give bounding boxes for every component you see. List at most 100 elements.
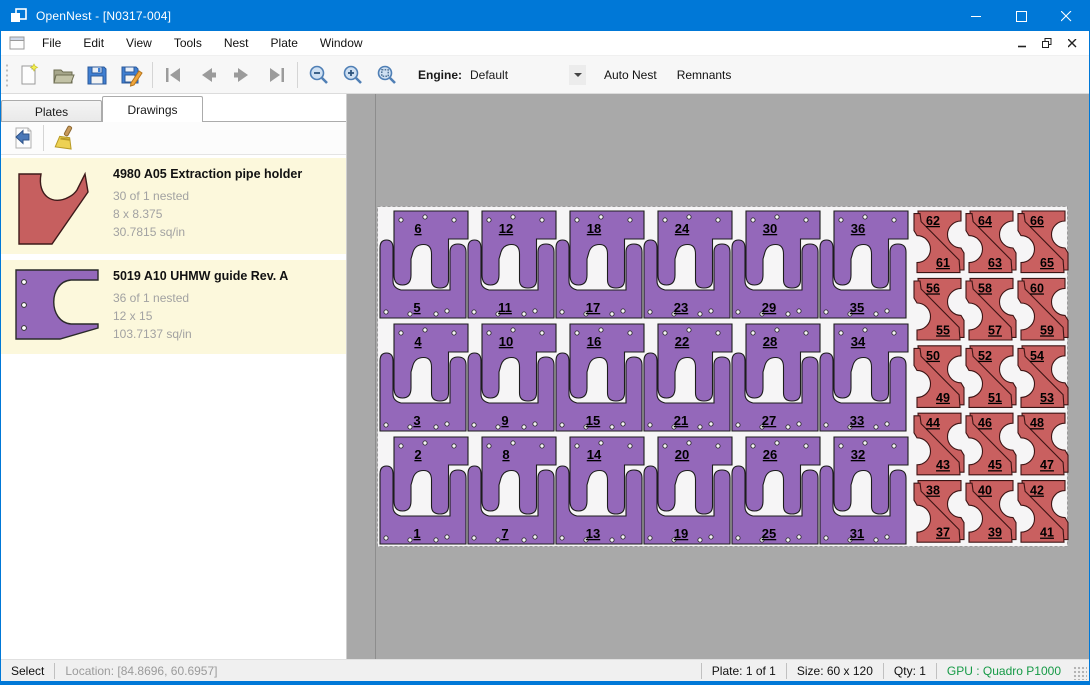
engine-dropdown-arrow-icon[interactable] [569, 65, 586, 85]
drill-hole [698, 312, 702, 316]
drill-hole [804, 331, 808, 335]
mdi-document-icon[interactable] [9, 36, 25, 50]
part-number-label: 64 [978, 214, 992, 228]
part-number-label: 37 [936, 526, 950, 540]
return-part-icon[interactable] [7, 124, 39, 152]
sidebar-panel: Plates Drawings [1, 94, 347, 659]
engine-combobox[interactable]: Default [468, 64, 586, 86]
drawing-info: 5019 A10 UHMW guide Rev. A36 of 1 nested… [103, 266, 288, 346]
drill-hole [628, 218, 632, 222]
minimize-button[interactable] [954, 1, 999, 31]
remnants-button[interactable]: Remnants [667, 62, 742, 88]
zoom-fit-icon[interactable] [370, 60, 404, 90]
drill-hole [885, 535, 889, 539]
drill-hole [698, 538, 702, 542]
first-plate-icon[interactable] [157, 60, 191, 90]
menu-tools[interactable]: Tools [163, 31, 213, 56]
menu-edit[interactable]: Edit [72, 31, 115, 56]
part-number-label: 42 [1030, 484, 1044, 498]
part-number-label: 7 [501, 526, 508, 541]
tab-drawings[interactable]: Drawings [102, 96, 203, 122]
toolbar-grip[interactable] [3, 62, 12, 88]
drawing-list-item[interactable]: 4980 A05 Extraction pipe holder30 of 1 n… [1, 158, 346, 254]
auto-nest-button[interactable]: Auto Nest [594, 62, 667, 88]
part-number-label: 6 [414, 221, 421, 236]
part-number-label: 28 [763, 334, 777, 349]
drill-hole [445, 309, 449, 313]
part-number-label: 18 [587, 221, 601, 236]
part-number-label: 32 [851, 447, 865, 462]
menu-plate[interactable]: Plate [260, 31, 309, 56]
menu-window[interactable]: Window [309, 31, 374, 56]
drawing-list-item[interactable]: 5019 A10 UHMW guide Rev. A36 of 1 nested… [1, 260, 346, 354]
mdi-minimize-button[interactable] [1011, 34, 1033, 52]
previous-plate-icon[interactable] [191, 60, 225, 90]
drill-hole [599, 441, 603, 445]
drill-hole [610, 312, 614, 316]
last-plate-icon[interactable] [259, 60, 293, 90]
menu-file[interactable]: File [31, 31, 72, 56]
menu-bar: FileEditViewToolsNestPlateWindow [1, 31, 1089, 56]
part-number-label: 9 [501, 413, 508, 428]
next-plate-icon[interactable] [225, 60, 259, 90]
drill-hole [716, 444, 720, 448]
clean-broom-icon[interactable] [48, 124, 80, 152]
part-number-label: 56 [926, 281, 940, 295]
nest-viewport[interactable]: 6512111817242330293635431091615222128273… [375, 94, 1089, 659]
drill-hole [663, 218, 667, 222]
part-number-label: 30 [763, 221, 777, 236]
drill-hole [824, 423, 828, 427]
drawing-thumbnail [11, 164, 103, 246]
status-location: Location: [84.8696, 60.6957] [55, 664, 227, 678]
part-number-label: 19 [674, 526, 688, 541]
drill-hole [751, 444, 755, 448]
drill-hole [384, 310, 388, 314]
drill-hole [522, 538, 526, 542]
close-button[interactable] [1044, 1, 1089, 31]
drill-hole [472, 536, 476, 540]
drill-hole [797, 309, 801, 313]
resize-grip[interactable] [1073, 666, 1087, 680]
drill-hole [786, 312, 790, 316]
drawing-nested-count: 30 of 1 nested [113, 187, 302, 205]
part-number-label: 25 [762, 526, 776, 541]
drawing-size: 8 x 8.375 [113, 205, 302, 223]
drill-hole [522, 312, 526, 316]
menu-view[interactable]: View [115, 31, 163, 56]
drill-hole [648, 536, 652, 540]
drill-hole [751, 331, 755, 335]
mdi-close-button[interactable] [1061, 34, 1083, 52]
part-number-label: 31 [850, 526, 864, 541]
drill-hole [885, 422, 889, 426]
drill-hole [687, 441, 691, 445]
drill-hole [775, 328, 779, 332]
drill-hole [423, 328, 427, 332]
drawings-list: 4980 A05 Extraction pipe holder30 of 1 n… [1, 155, 346, 659]
drill-hole [399, 218, 403, 222]
maximize-button[interactable] [999, 1, 1044, 31]
save-as-icon[interactable] [114, 60, 148, 90]
zoom-in-icon[interactable] [336, 60, 370, 90]
zoom-out-icon[interactable] [302, 60, 336, 90]
nest-plate-svg[interactable]: 6512111817242330293635431091615222128273… [376, 94, 1090, 661]
drill-hole [408, 312, 412, 316]
drill-hole [487, 218, 491, 222]
save-icon[interactable] [80, 60, 114, 90]
drill-hole [610, 425, 614, 429]
status-plate: Plate: 1 of 1 [702, 664, 786, 678]
tab-plates[interactable]: Plates [1, 100, 102, 122]
mdi-restore-button[interactable] [1036, 34, 1058, 52]
drill-hole [540, 444, 544, 448]
new-document-icon[interactable] [12, 60, 46, 90]
drill-hole [824, 536, 828, 540]
drill-hole [709, 535, 713, 539]
part-number-label: 26 [763, 447, 777, 462]
drill-hole [434, 312, 438, 316]
part-number-label: 41 [1040, 526, 1054, 540]
open-folder-icon[interactable] [46, 60, 80, 90]
nest-canvas[interactable]: 6512111817242330293635431091615222128273… [347, 94, 1089, 659]
drill-hole [560, 536, 564, 540]
drill-hole [540, 218, 544, 222]
menu-nest[interactable]: Nest [213, 31, 260, 56]
drawing-nested-count: 36 of 1 nested [113, 289, 288, 307]
